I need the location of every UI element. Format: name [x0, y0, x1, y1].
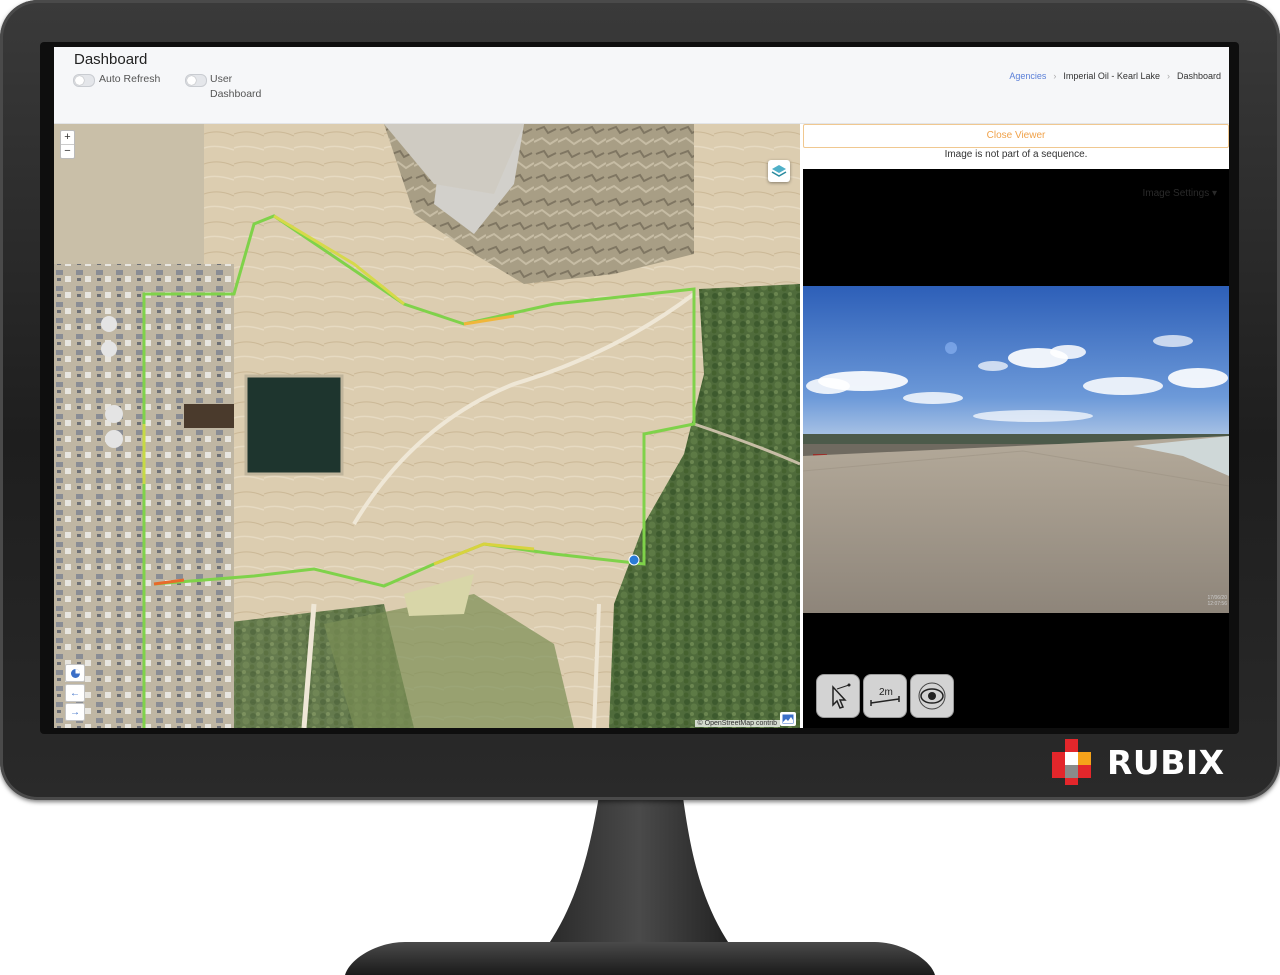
layers-icon[interactable] [768, 160, 790, 182]
breadcrumb-current: Dashboard [1176, 71, 1221, 81]
auto-refresh-label: Auto Refresh [99, 73, 161, 85]
user-dashboard-label-line2: Dashboard [210, 88, 262, 100]
image-settings-dropdown[interactable]: Image Settings ▾ [1142, 188, 1217, 199]
breadcrumb-site[interactable]: Imperial Oil - Kearl Lake [1063, 71, 1160, 81]
pie-chart-icon[interactable] [65, 664, 85, 682]
close-viewer-button[interactable]: Close Viewer [803, 124, 1229, 148]
viewer-canvas[interactable]: Image Settings ▾ 17/06/20 12:07:56 2m [803, 169, 1229, 728]
monitor-frame: Dashboard Auto Refresh User Dashboard Ag… [0, 0, 1280, 800]
auto-refresh-toggle[interactable] [73, 74, 95, 87]
app-screen: Dashboard Auto Refresh User Dashboard Ag… [54, 47, 1229, 728]
eye-icon[interactable] [910, 674, 954, 718]
breadcrumb-separator-icon: › [1053, 71, 1057, 81]
breadcrumb-separator-icon: › [1166, 71, 1170, 81]
rubix-cube-icon [1052, 739, 1091, 785]
measure-label: 2m [879, 687, 893, 698]
road-photo-image [803, 286, 1229, 613]
user-dashboard-toggle[interactable] [185, 74, 207, 87]
map-imagery [54, 124, 800, 728]
zoom-out-button[interactable]: − [61, 144, 74, 158]
breadcrumb-agencies[interactable]: Agencies [1009, 71, 1046, 81]
select-pointer-icon[interactable] [816, 674, 860, 718]
satellite-map[interactable]: + − ← → © OpenStreetMap contrib [54, 124, 800, 728]
road-photo[interactable]: 17/06/20 12:07:56 [803, 286, 1229, 613]
breadcrumb: Agencies › Imperial Oil - Kearl Lake › D… [1009, 71, 1221, 81]
photo-timestamp: 17/06/20 12:07:56 [1208, 595, 1227, 607]
timestamp-time: 12:07:56 [1207, 601, 1227, 607]
sequence-message: Image is not part of a sequence. [944, 149, 1088, 160]
zoom-control: + − [60, 130, 75, 159]
zoom-in-button[interactable]: + [61, 131, 74, 144]
rubix-logo-text: RUBIX [1107, 742, 1225, 782]
page-title: Dashboard [74, 51, 148, 68]
image-toggle-icon[interactable] [780, 712, 796, 726]
map-attribution[interactable]: © OpenStreetMap contrib [694, 720, 780, 727]
user-dashboard-label-line1: User [210, 73, 233, 85]
page-header: Dashboard Auto Refresh User Dashboard Ag… [54, 47, 1229, 124]
rubix-logo: RUBIX [1051, 738, 1225, 786]
arrow-left-icon[interactable]: ← [65, 684, 85, 702]
image-viewer-panel: Close Viewer Image is not part of a sequ… [803, 124, 1229, 728]
measure-2m-icon[interactable]: 2m [863, 674, 907, 718]
arrow-right-icon[interactable]: → [65, 703, 85, 721]
